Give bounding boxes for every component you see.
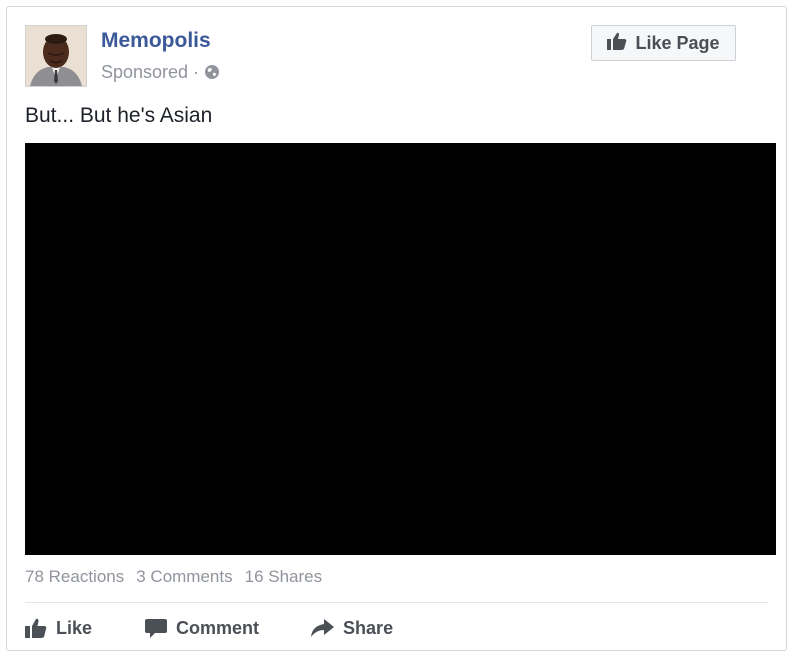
sponsored-post-card: Memopolis Sponsored · Like Page But... B… <box>6 6 787 651</box>
speech-bubble-icon <box>145 618 168 638</box>
comment-label: Comment <box>176 617 260 638</box>
like-label: Like <box>56 617 93 638</box>
engagement-stats: 78 Reactions 3 Comments 16 Shares <box>25 567 322 589</box>
separator-dot: · <box>193 61 200 82</box>
share-button[interactable]: Share <box>310 618 393 639</box>
comment-button[interactable]: Comment <box>145 618 259 639</box>
like-page-label: Like Page <box>635 32 720 53</box>
thumbs-up-icon <box>25 618 47 638</box>
like-button[interactable]: Like <box>25 618 92 639</box>
share-arrow-icon <box>310 618 335 638</box>
thumbs-up-icon <box>607 32 627 55</box>
post-text: But... But he's Asian <box>25 104 213 127</box>
like-page-button[interactable]: Like Page <box>591 25 736 61</box>
sponsored-label[interactable]: Sponsored <box>101 62 188 83</box>
page-name-link[interactable]: Memopolis <box>101 29 211 53</box>
share-label: Share <box>343 617 394 638</box>
sponsored-row: Sponsored · <box>101 61 220 83</box>
video-player[interactable] <box>25 143 776 555</box>
page-avatar[interactable] <box>25 25 87 87</box>
globe-icon <box>204 64 220 80</box>
shares-count-link[interactable]: 16 Shares <box>245 567 323 589</box>
comments-count-link[interactable]: 3 Comments <box>136 567 232 589</box>
actions-divider <box>25 602 768 603</box>
avatar-image <box>26 26 86 86</box>
post-actions-bar: Like Comment Share <box>25 613 393 643</box>
reactions-count-link[interactable]: 78 Reactions <box>25 567 124 589</box>
